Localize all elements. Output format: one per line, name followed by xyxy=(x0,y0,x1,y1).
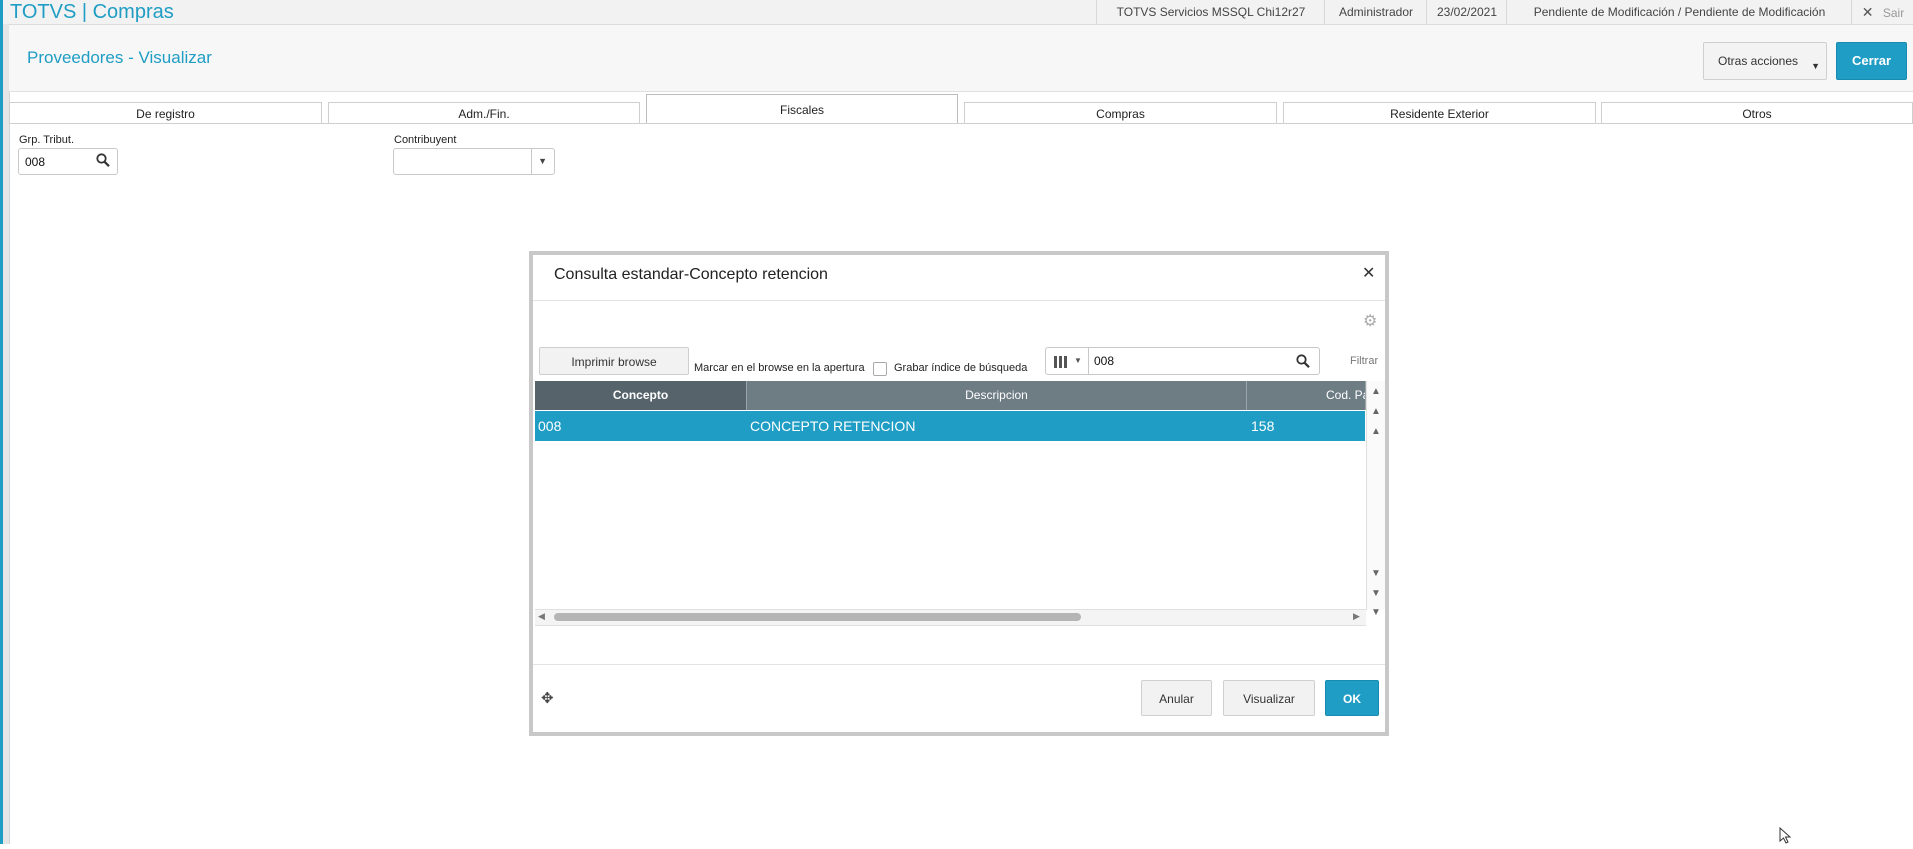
gear-icon[interactable]: ⚙ xyxy=(1363,311,1377,331)
select-divider xyxy=(531,149,532,174)
search-icon[interactable] xyxy=(1295,352,1311,375)
scroll-right-icon[interactable]: ▶ xyxy=(1353,611,1360,622)
page-header xyxy=(9,25,1913,92)
save-index-label: Grabar índice de búsqueda xyxy=(894,362,1028,374)
scroll-page-down-icon[interactable]: ▼ xyxy=(1369,588,1383,599)
cancel-button[interactable]: Anular xyxy=(1141,680,1212,716)
tab-compras[interactable]: Compras xyxy=(964,102,1277,123)
save-index-checkbox[interactable] xyxy=(873,362,887,376)
grp-tribut-label: Grp. Tribut. xyxy=(19,134,75,146)
scroll-down-icon[interactable]: ▼ xyxy=(1369,568,1383,579)
search-input[interactable]: 008 xyxy=(1094,354,1114,368)
tab-fiscales[interactable]: Fiscales xyxy=(646,94,958,124)
tab-residente-exterior[interactable]: Residente Exterior xyxy=(1283,102,1596,123)
other-actions-label: Otras acciones xyxy=(1718,54,1799,68)
column-header-descripcion[interactable]: Descripcion xyxy=(747,381,1247,410)
app-brand: TOTVS | Compras xyxy=(10,1,174,23)
tab-divider xyxy=(9,123,1913,124)
exit-label: Sair xyxy=(1882,6,1905,20)
user-label: Administrador xyxy=(1324,0,1427,24)
mark-browse-label: Marcar en el browse en la apertura xyxy=(694,362,865,374)
scroll-bottom-icon[interactable]: ▼ xyxy=(1369,607,1383,618)
scroll-left-icon[interactable]: ◀ xyxy=(538,611,545,622)
move-icon[interactable]: ✥ xyxy=(541,689,554,707)
contribuyent-select[interactable]: ▼ xyxy=(393,148,555,175)
other-actions-button[interactable]: Otras acciones ▼ xyxy=(1703,42,1827,80)
cell-concepto: 008 xyxy=(538,418,562,434)
horizontal-scroll-thumb[interactable] xyxy=(554,613,1081,621)
table-row[interactable] xyxy=(535,411,1365,441)
tab-adm-fin[interactable]: Adm./Fin. xyxy=(328,102,640,123)
column-header-concepto[interactable]: Concepto xyxy=(535,381,747,410)
dialog-close-icon[interactable]: ✕ xyxy=(1362,263,1375,283)
tab-otros[interactable]: Otros xyxy=(1601,102,1913,123)
close-button[interactable]: Cerrar xyxy=(1836,42,1907,80)
dialog-title: Consulta estandar-Concepto retencion xyxy=(554,266,828,283)
cell-cod-pai: 158 xyxy=(1251,418,1275,434)
cell-descripcion: CONCEPTO RETENCION xyxy=(750,418,916,434)
dialog-header-divider xyxy=(533,300,1385,301)
index-selector[interactable]: ▼ xyxy=(1046,348,1089,374)
grp-tribut-field[interactable]: 008 xyxy=(18,148,118,175)
status-label: Pendiente de Modificación / Pendiente de… xyxy=(1506,0,1852,24)
grp-tribut-value: 008 xyxy=(25,155,46,169)
scroll-top-icon[interactable]: ▲ xyxy=(1369,386,1383,397)
server-label: TOTVS Servicios MSSQL Chi12r27 xyxy=(1096,0,1325,24)
ok-button[interactable]: OK xyxy=(1325,680,1379,716)
chevron-down-icon: ▼ xyxy=(1811,61,1820,71)
columns-icon xyxy=(1054,355,1068,373)
date-label: 23/02/2021 xyxy=(1426,0,1507,24)
chevron-down-icon: ▼ xyxy=(1074,356,1082,365)
column-header-cod-pai[interactable]: Cod. Pai xyxy=(1247,381,1366,410)
filter-button[interactable]: Filtrar xyxy=(1350,355,1378,367)
print-browse-button[interactable]: Imprimir browse xyxy=(539,347,689,375)
mouse-cursor-icon xyxy=(1779,826,1793,849)
tab-de-registro[interactable]: De registro xyxy=(9,102,322,123)
column-header-cod-pai-label: Cod. Pai xyxy=(1326,388,1365,402)
dialog-footer-divider xyxy=(533,664,1385,665)
view-button[interactable]: Visualizar xyxy=(1223,680,1315,716)
page-title: Proveedores - Visualizar xyxy=(27,48,212,67)
search-icon[interactable] xyxy=(95,151,111,172)
contribuyent-label: Contribuyent xyxy=(394,134,457,146)
scroll-page-up-icon[interactable]: ▲ xyxy=(1369,406,1383,417)
left-accent-line xyxy=(0,0,3,844)
close-icon: ✕ xyxy=(1861,4,1874,20)
exit-button[interactable]: ✕ Sair xyxy=(1851,0,1913,24)
chevron-down-icon: ▼ xyxy=(538,156,547,166)
search-box: ▼ 008 xyxy=(1045,347,1320,375)
scroll-up-icon[interactable]: ▲ xyxy=(1369,426,1383,437)
